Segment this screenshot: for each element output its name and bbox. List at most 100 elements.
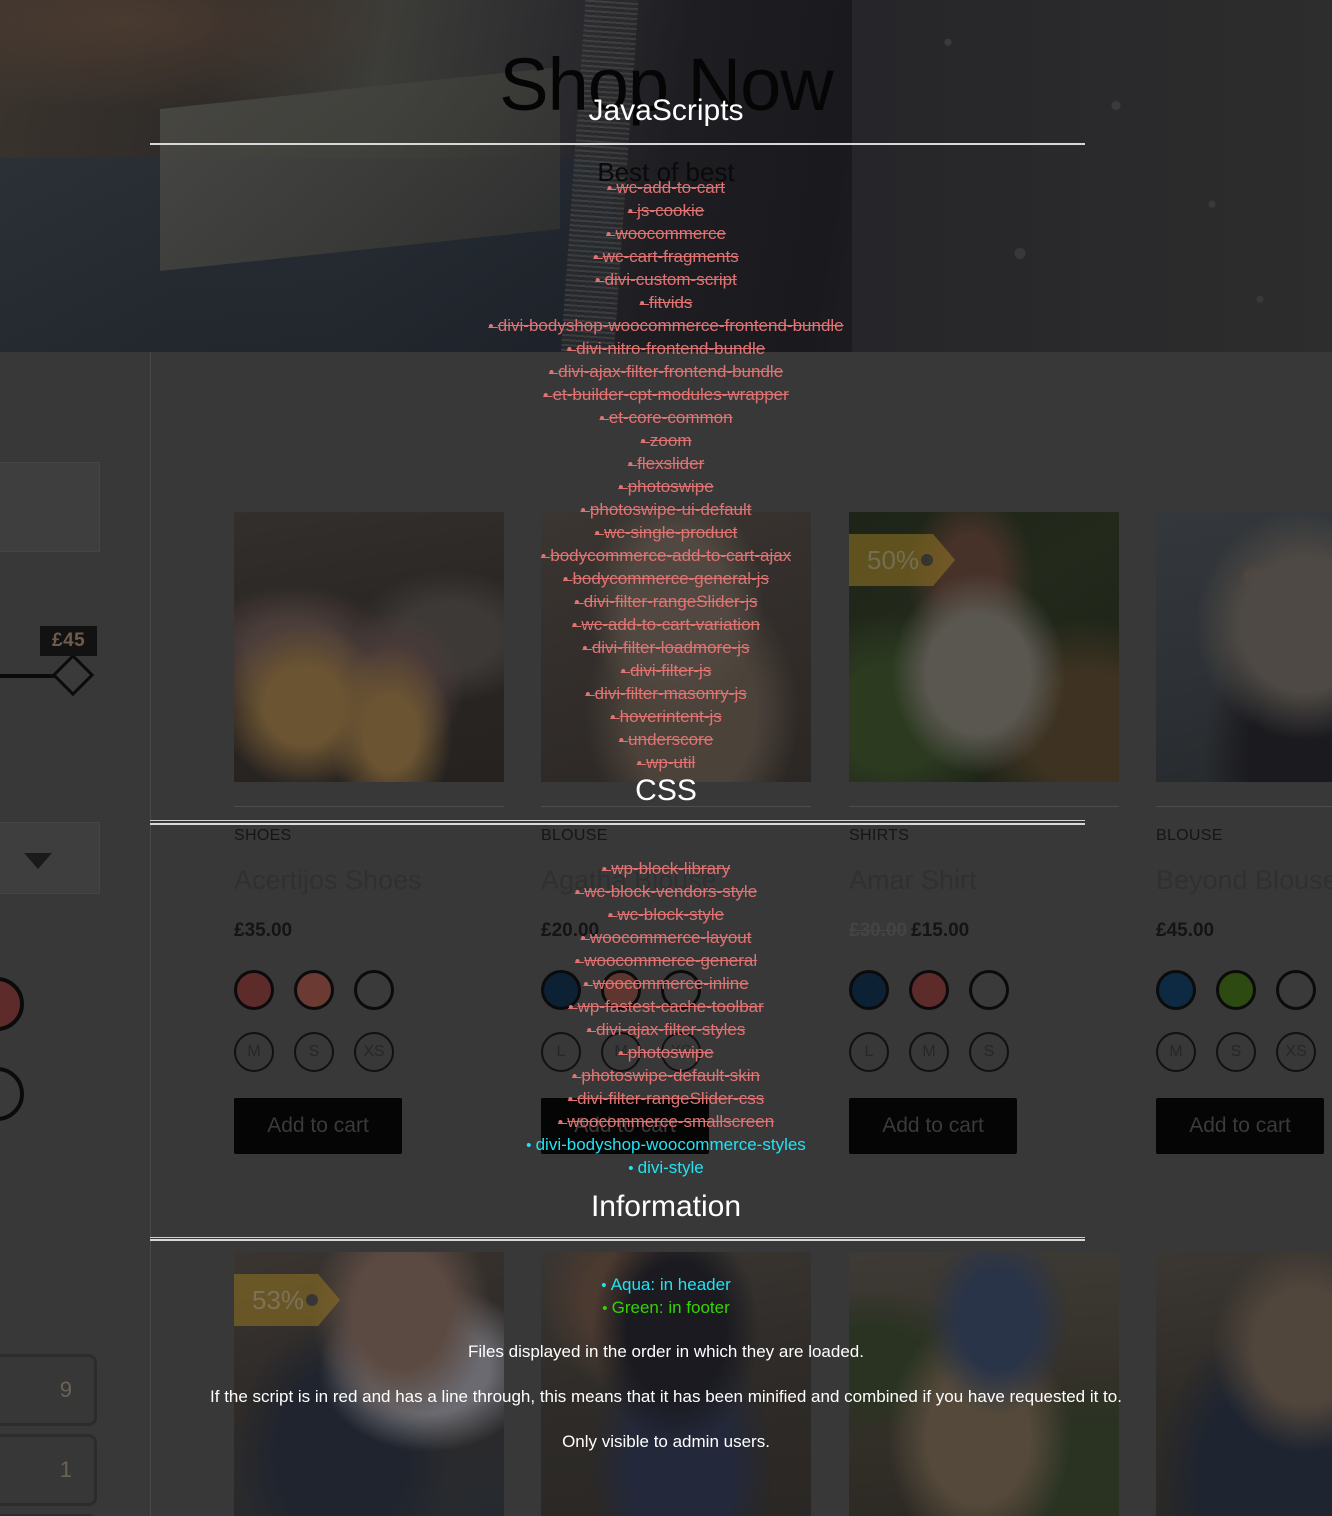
script-list-item: • woocommerce-general xyxy=(0,950,1332,973)
javascripts-rule xyxy=(150,143,1085,145)
script-name: divi-ajax-filter-frontend-bundle xyxy=(558,362,784,381)
script-name: underscore xyxy=(628,730,714,749)
bullet-icon: • xyxy=(594,525,605,542)
bullet-icon: • xyxy=(585,686,595,703)
bullet-icon: • xyxy=(488,318,498,335)
script-name: wp-util xyxy=(646,753,696,772)
script-name: wc-block-style xyxy=(617,905,725,924)
script-list-item: • wc-block-style xyxy=(0,904,1332,927)
script-list-item: • divi-ajax-filter-styles xyxy=(0,1019,1332,1042)
script-name: js-cookie xyxy=(637,201,705,220)
script-name: photoswipe-ui-default xyxy=(589,500,752,519)
bullet-icon: • xyxy=(526,1137,536,1154)
script-name: divi-ajax-filter-styles xyxy=(596,1020,746,1039)
bullet-icon: • xyxy=(639,295,649,312)
script-list-item: • divi-style xyxy=(0,1157,1332,1180)
script-list-item: • wc-block-vendors-style xyxy=(0,881,1332,904)
information-heading: Information xyxy=(590,1190,742,1223)
bullet-icon: • xyxy=(595,272,605,289)
css-rule xyxy=(150,823,1085,825)
script-list-item: • wp-block-library xyxy=(0,858,1332,881)
script-list-item: • Aqua: in header xyxy=(0,1274,1332,1297)
script-name: divi-custom-script xyxy=(604,270,737,289)
bullet-icon: • xyxy=(580,930,590,947)
bullet-icon: • xyxy=(610,709,620,726)
script-list-item: • divi-filter-rangeSlider-css xyxy=(0,1088,1332,1111)
script-name: divi-filter-rangeSlider-js xyxy=(583,592,758,611)
bullet-icon: • xyxy=(583,976,593,993)
script-list-item: • wc-add-to-cart xyxy=(0,177,1332,200)
bullet-icon: • xyxy=(636,755,647,772)
bullet-icon: • xyxy=(574,594,584,611)
bullet-icon: • xyxy=(571,1068,582,1085)
script-name: divi-bodyshop-woocommerce-styles xyxy=(535,1135,806,1154)
script-list-item: • divi-nitro-frontend-bundle xyxy=(0,338,1332,361)
script-list-item: • bodycommerce-general-js xyxy=(0,568,1332,591)
bullet-icon: • xyxy=(574,953,585,970)
script-name: woocommerce-general xyxy=(584,951,758,970)
script-list-item: • et-builder-cpt-modules-wrapper xyxy=(0,384,1332,407)
script-list-item: • woocommerce-layout xyxy=(0,927,1332,950)
script-name: fitvids xyxy=(648,293,693,312)
color-legend: • Aqua: in header • Green: in footer xyxy=(0,1274,1332,1320)
script-name: bodycommerce-add-to-cart-ajax xyxy=(550,546,792,565)
information-rule xyxy=(150,1239,1085,1241)
bullet-icon: • xyxy=(540,548,551,565)
script-list-item: • zoom xyxy=(0,430,1332,453)
bullet-icon: • xyxy=(618,479,628,496)
script-list-item: • photoswipe xyxy=(0,1042,1332,1065)
info-line: If the script is in red and has a line t… xyxy=(210,1387,1122,1406)
bullet-icon: • xyxy=(574,884,585,901)
script-name: woocommerce-smallscreen xyxy=(567,1112,775,1131)
script-name: wc-block-vendors-style xyxy=(584,882,758,901)
bullet-icon: • xyxy=(593,249,603,266)
script-name: flexslider xyxy=(637,454,705,473)
script-name: photoswipe xyxy=(627,1043,714,1062)
script-list-item: • divi-filter-masonry-js xyxy=(0,683,1332,706)
bullet-icon: • xyxy=(543,387,553,404)
bullet-icon: • xyxy=(566,341,577,358)
script-list-item: • bodycommerce-add-to-cart-ajax xyxy=(0,545,1332,568)
script-list-item: • Green: in footer xyxy=(0,1297,1332,1320)
bullet-icon: • xyxy=(582,640,592,657)
script-list-item: • divi-filter-loadmore-js xyxy=(0,637,1332,660)
bullet-icon: • xyxy=(602,1300,612,1317)
bullet-icon: • xyxy=(606,180,617,197)
shop-page: Shop Now £45 -- 9 1 SHOES Ace xyxy=(0,0,1332,1516)
script-name: bodycommerce-general-js xyxy=(572,569,769,588)
script-list-item: • wp-util xyxy=(0,752,1332,775)
script-name: wp-fastest-cache-toolbar xyxy=(577,997,764,1016)
script-name: divi-filter-rangeSlider-css xyxy=(577,1089,765,1108)
script-list-item: • woocommerce xyxy=(0,223,1332,246)
bullet-icon: • xyxy=(607,907,618,924)
script-name: wc-add-to-cart xyxy=(616,178,726,197)
script-name: et-builder-cpt-modules-wrapper xyxy=(552,385,789,404)
script-list-item: • flexslider xyxy=(0,453,1332,476)
javascripts-list: • wc-add-to-cart • js-cookie • woocommerce… xyxy=(0,177,1332,775)
bullet-icon: • xyxy=(572,617,582,634)
script-list-item: • divi-ajax-filter-frontend-bundle xyxy=(0,361,1332,384)
script-name: divi-filter-js xyxy=(630,661,712,680)
script-list-item: • et-core-common xyxy=(0,407,1332,430)
script-name: divi-filter-loadmore-js xyxy=(591,638,750,657)
bullet-icon: • xyxy=(618,732,629,749)
script-list-item: • photoswipe-default-skin xyxy=(0,1065,1332,1088)
script-name: wc-cart-fragments xyxy=(602,247,739,266)
bullet-icon: • xyxy=(567,1091,578,1108)
script-list-item: • woocommerce-smallscreen xyxy=(0,1111,1332,1134)
bullet-icon: • xyxy=(640,433,650,450)
script-list-item: • photoswipe-ui-default xyxy=(0,499,1332,522)
script-name: et-core-common xyxy=(608,408,733,427)
script-list-item: • divi-bodyshop-woocommerce-frontend-bun… xyxy=(0,315,1332,338)
script-name: photoswipe xyxy=(627,477,714,496)
script-list-item: • hoverintent-js xyxy=(0,706,1332,729)
script-name: wc-single-product xyxy=(604,523,738,542)
stylesheets-list: • wp-block-library • wc-block-vendors-sty… xyxy=(0,858,1332,1180)
script-list-item: • wc-add-to-cart-variation xyxy=(0,614,1332,637)
script-list-item: • js-cookie xyxy=(0,200,1332,223)
script-name: photoswipe-default-skin xyxy=(581,1066,761,1085)
script-name: divi-nitro-frontend-bundle xyxy=(576,339,766,358)
info-line: Only visible to admin users. xyxy=(562,1432,770,1451)
bullet-icon: • xyxy=(557,1114,568,1131)
script-name: wp-block-library xyxy=(611,859,731,878)
